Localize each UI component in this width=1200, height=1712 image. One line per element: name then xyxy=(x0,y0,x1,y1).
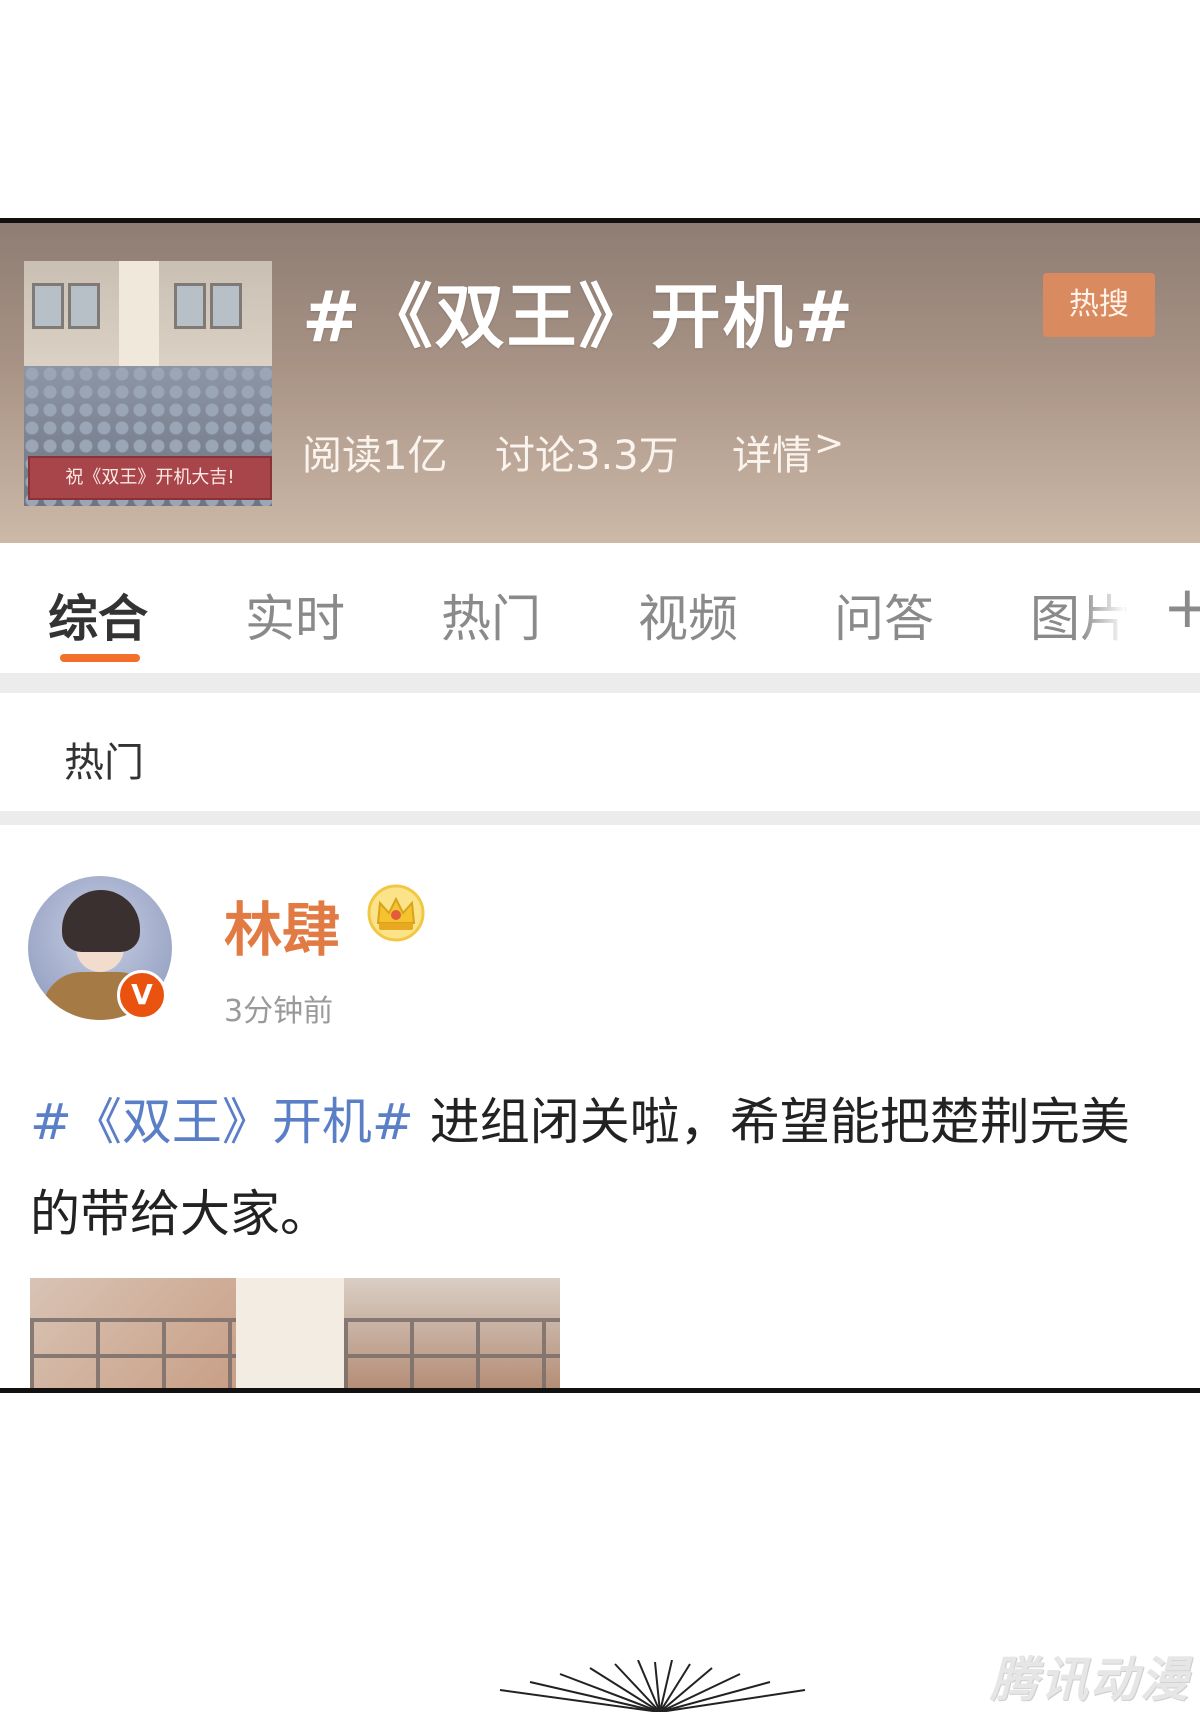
tab-bar: 综合 实时 热门 视频 问答 图片 + xyxy=(0,543,1200,673)
post-image-1[interactable] xyxy=(30,1278,236,1388)
discussion-count: 讨论3.3万 xyxy=(495,433,679,479)
post-hashtag-link[interactable]: #《双王》开机# xyxy=(30,1093,414,1151)
post-image-2[interactable] xyxy=(236,1278,344,1388)
section-divider-bottom xyxy=(0,811,1200,825)
details-link[interactable]: 详情 > xyxy=(732,423,844,481)
speed-lines-decoration xyxy=(499,1660,806,1712)
post-timestamp: 3分钟前 xyxy=(224,994,334,1029)
crown-icon xyxy=(367,884,425,942)
tab-overflow-fade xyxy=(1080,573,1125,643)
read-count: 阅读1亿 xyxy=(302,433,448,479)
tab-realtime[interactable]: 实时 xyxy=(245,579,345,651)
topic-title: #《双王》开机# xyxy=(302,276,856,358)
plus-icon[interactable]: + xyxy=(1163,573,1200,641)
section-divider xyxy=(0,673,1200,693)
panel-border-bottom xyxy=(0,1388,1200,1393)
tab-qa[interactable]: 问答 xyxy=(834,579,934,651)
hot-search-badge[interactable]: 热搜 xyxy=(1043,273,1155,337)
topic-cover-image[interactable]: 祝《双王》开机大吉! xyxy=(24,261,272,506)
tencent-comics-watermark: 腾讯动漫 xyxy=(990,1652,1191,1708)
tab-comprehensive[interactable]: 综合 xyxy=(48,579,148,651)
weibo-topic-screen: 祝《双王》开机大吉! #《双王》开机# 热搜 阅读1亿 讨论3.3万 详情 > 综… xyxy=(0,223,1200,1388)
post-image-thumbnails xyxy=(30,1278,560,1388)
tab-video[interactable]: 视频 xyxy=(638,579,738,651)
details-label: 详情 xyxy=(732,433,812,479)
section-hot-label: 热门 xyxy=(64,740,144,786)
post-username[interactable]: 林肆 xyxy=(224,883,340,967)
active-tab-indicator xyxy=(60,654,140,662)
tab-hot[interactable]: 热门 xyxy=(441,579,541,651)
verified-v-icon: V xyxy=(117,970,167,1020)
chevron-right-icon: > xyxy=(814,423,845,464)
post-image-3[interactable] xyxy=(344,1278,560,1388)
post-content: #《双王》开机# 进组闭关啦，希望能把楚荆完美的带给大家。 xyxy=(30,1076,1170,1260)
topic-header: 祝《双王》开机大吉! #《双王》开机# 热搜 阅读1亿 讨论3.3万 详情 > xyxy=(0,223,1200,543)
cover-caption: 祝《双王》开机大吉! xyxy=(28,456,272,500)
